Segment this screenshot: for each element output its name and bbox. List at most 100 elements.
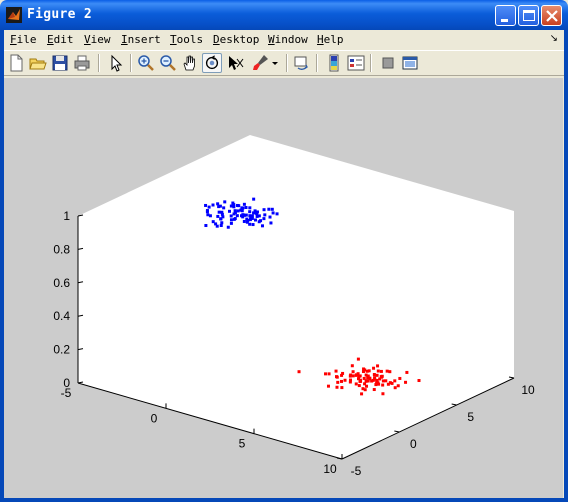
blue-point	[240, 206, 244, 210]
close-button[interactable]	[541, 5, 562, 26]
red-point	[360, 392, 364, 396]
blue-point	[215, 224, 219, 228]
blue-point	[207, 205, 211, 209]
y-tick-label: 0	[410, 437, 417, 451]
figure-canvas[interactable]: -5 0 5 10 -5 0 5 10 0 0.2 0.4 0.6 0.8 1	[4, 78, 563, 498]
red-point	[357, 384, 361, 388]
hide-plot-tools-icon[interactable]	[378, 53, 398, 73]
blue-point	[232, 203, 236, 207]
red-point	[388, 370, 392, 374]
red-point	[405, 370, 409, 374]
red-point	[372, 366, 376, 370]
blue-point	[252, 197, 256, 201]
blue-point	[219, 224, 223, 228]
red-point	[381, 379, 385, 383]
menu-file[interactable]: File	[10, 33, 37, 46]
red-point	[348, 380, 352, 384]
insert-colorbar-icon[interactable]	[324, 53, 344, 73]
scatter-3d-axes[interactable]: -50510 -50510 00.20.40.60.81	[4, 78, 563, 498]
red-point	[377, 382, 381, 386]
toolbar-separator	[316, 54, 318, 72]
brush-icon[interactable]	[250, 53, 270, 73]
blue-point	[262, 217, 266, 221]
red-point	[368, 376, 372, 380]
blue-point	[223, 200, 227, 204]
blue-point	[244, 206, 248, 210]
menu-edit[interactable]: Edit	[47, 33, 74, 46]
blue-point	[232, 212, 236, 216]
blue-point	[206, 213, 210, 217]
red-point	[351, 374, 355, 378]
open-file-icon[interactable]	[28, 53, 48, 73]
print-icon[interactable]	[72, 53, 92, 73]
red-point	[354, 382, 358, 386]
blue-point	[216, 214, 220, 218]
menu-help[interactable]: Help	[317, 33, 344, 46]
toolbar-separator	[286, 54, 288, 72]
red-point	[363, 368, 367, 372]
blue-point	[248, 210, 252, 214]
new-figure-icon[interactable]	[6, 53, 26, 73]
dock-arrow-icon[interactable]: ↘	[550, 33, 558, 44]
blue-point	[244, 213, 248, 217]
insert-legend-icon[interactable]	[346, 53, 366, 73]
red-point	[373, 377, 377, 381]
blue-point	[249, 216, 253, 220]
menu-view[interactable]: View	[84, 33, 111, 46]
red-point	[327, 372, 331, 376]
y-tick-label: -5	[351, 464, 362, 478]
menu-bar: File Edit View Insert Tools Desktop Wind…	[4, 30, 564, 50]
chevron-down-icon[interactable]	[270, 53, 280, 73]
blue-point	[235, 203, 239, 207]
blue-point	[204, 224, 208, 228]
red-point	[396, 384, 400, 388]
pan-icon[interactable]	[180, 53, 200, 73]
red-point	[335, 385, 339, 389]
data-cursor-icon[interactable]	[226, 53, 246, 73]
menu-insert[interactable]: Insert	[121, 33, 161, 46]
red-point	[417, 379, 421, 383]
blue-point	[267, 207, 271, 211]
x-tick-label: 0	[151, 411, 158, 425]
red-point	[393, 379, 397, 383]
toolbar-separator	[98, 54, 100, 72]
blue-point	[229, 214, 233, 218]
y-tick-label: 10	[521, 383, 535, 397]
blue-point	[217, 205, 221, 209]
figure-window: Figure 2 File Edit View Insert Tools Des…	[0, 0, 568, 502]
blue-point	[252, 211, 256, 215]
z-tick-label: 1	[63, 209, 70, 223]
link-plot-icon[interactable]	[292, 53, 312, 73]
blue-point	[242, 202, 246, 206]
red-point	[354, 373, 358, 377]
rotate-3d-button[interactable]	[202, 53, 222, 73]
red-point	[372, 372, 376, 376]
blue-point	[236, 209, 240, 213]
title-bar[interactable]: Figure 2	[0, 0, 568, 30]
matlab-logo-icon	[6, 7, 22, 23]
show-plot-tools-icon[interactable]	[400, 53, 420, 73]
minimize-button[interactable]	[495, 5, 516, 26]
menu-window[interactable]: Window	[268, 33, 308, 46]
blue-point	[263, 213, 267, 217]
menu-desktop[interactable]: Desktop	[213, 33, 259, 46]
figure-toolbar	[4, 50, 564, 76]
blue-point	[226, 225, 230, 229]
red-point	[356, 377, 360, 381]
z-tick-label: 0.2	[53, 343, 70, 357]
blue-point	[233, 217, 237, 221]
menu-tools[interactable]: Tools	[170, 33, 203, 46]
red-point	[361, 387, 365, 391]
blue-point	[275, 212, 279, 216]
save-icon[interactable]	[50, 53, 70, 73]
blue-point	[229, 221, 233, 225]
blue-point	[268, 215, 272, 219]
edit-plot-icon[interactable]	[106, 53, 126, 73]
zoom-out-icon[interactable]	[158, 53, 178, 73]
red-point	[336, 380, 340, 384]
red-point	[363, 382, 367, 386]
rotate-3d-icon	[205, 55, 219, 70]
red-point	[386, 382, 390, 386]
zoom-in-icon[interactable]	[136, 53, 156, 73]
maximize-button[interactable]	[518, 5, 539, 26]
